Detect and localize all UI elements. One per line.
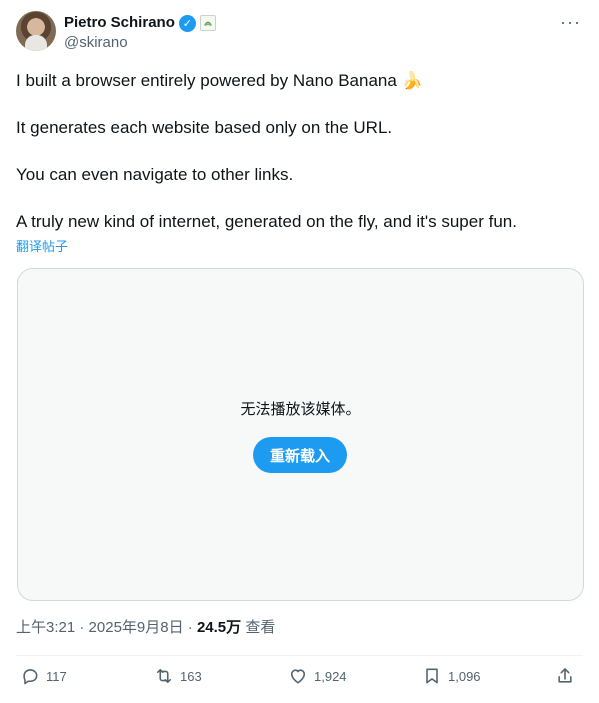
reply-button[interactable]: 117 <box>20 666 67 686</box>
action-bar: 117 163 1,924 1,096 <box>20 666 583 692</box>
media-container: 无法播放该媒体。 重新载入 <box>17 268 584 601</box>
bookmark-button[interactable]: 1,096 <box>422 666 481 686</box>
avatar[interactable] <box>16 11 56 51</box>
share-button[interactable] <box>555 666 575 686</box>
repost-count: 163 <box>180 668 202 684</box>
like-count: 1,924 <box>314 668 347 684</box>
tweet-paragraph: It generates each website based only on … <box>16 118 393 137</box>
verified-badge-icon[interactable]: ✓ <box>178 14 196 32</box>
reload-button[interactable]: 重新载入 <box>253 437 347 473</box>
author-name-row: Pietro Schirano ✓ <box>64 13 216 33</box>
translate-post-link[interactable]: 翻译帖子 <box>16 239 68 255</box>
tweet-paragraph: You can even navigate to other links. <box>16 165 294 184</box>
bookmark-count: 1,096 <box>448 668 481 684</box>
heart-icon <box>290 669 306 684</box>
tweet-paragraph: A truly new kind of internet, generated … <box>16 212 517 231</box>
views-count: 24.5万 <box>196 619 242 636</box>
meta-separator: · <box>75 619 89 636</box>
post-date[interactable]: 2025年9月8日 <box>89 619 184 636</box>
tweet-meta: 上午3:21 · 2025年9月8日 · 24.5万 查看 <box>16 618 275 638</box>
meta-separator: · <box>183 619 197 636</box>
author-name[interactable]: Pietro Schirano <box>64 13 175 33</box>
more-options-icon[interactable]: ··· <box>560 13 581 31</box>
share-icon <box>558 668 572 683</box>
tweet-text: I built a browser entirely powered by Na… <box>16 69 583 234</box>
affiliate-badge-icon[interactable] <box>199 15 216 31</box>
tweet-header: Pietro Schirano ✓ @skirano ··· <box>16 11 583 55</box>
post-time[interactable]: 上午3:21 <box>16 619 75 636</box>
repost-button[interactable]: 163 <box>154 666 202 686</box>
bookmark-icon <box>426 668 438 684</box>
like-button[interactable]: 1,924 <box>288 666 347 686</box>
reply-icon <box>23 669 38 685</box>
divider <box>16 655 583 656</box>
repost-icon <box>156 668 172 684</box>
tweet-paragraph: I built a browser entirely powered by Na… <box>16 71 423 90</box>
views-label: 查看 <box>245 619 276 636</box>
reply-count: 117 <box>46 668 67 684</box>
media-error-message: 无法播放该媒体。 <box>240 401 361 418</box>
author-handle[interactable]: @skirano <box>64 33 128 53</box>
